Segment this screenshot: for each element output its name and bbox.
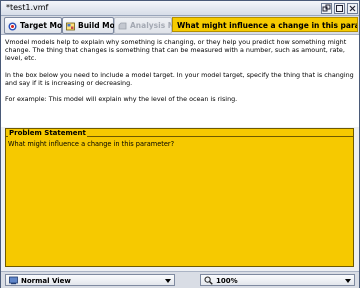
analysis-mode-button[interactable]: Analysis Mode [114, 17, 191, 34]
window-title: *test1.vmf [6, 3, 49, 12]
view-select[interactable]: Normal View [5, 274, 175, 286]
zoom-icon [204, 276, 213, 285]
analysis-icon [118, 21, 127, 30]
target-icon [8, 21, 17, 31]
restore-icon[interactable] [321, 3, 332, 14]
chevron-down-icon [345, 279, 351, 283]
view-select-label: Normal View [21, 277, 71, 285]
build-mode-button[interactable]: Build Mode [62, 17, 125, 34]
instruction-paragraph: Vmodel models help to explain why someth… [5, 38, 347, 63]
zoom-select-label: 100% [216, 277, 238, 285]
chevron-down-icon [165, 279, 171, 283]
instruction-paragraph: In the box below you need to include a m… [5, 70, 354, 87]
editor-window: *test1.vmf Target Mode Build Mode Analys… [0, 0, 360, 288]
problem-statement-text[interactable]: What might influence a change in this pa… [8, 140, 174, 149]
title-bar: *test1.vmf [1, 1, 359, 16]
instruction-paragraph: For example: This model will explain why… [5, 95, 238, 104]
instructions-panel: Vmodel models help to explain why someth… [1, 35, 359, 127]
zoom-select[interactable]: 100% [200, 274, 355, 286]
view-icon [9, 276, 18, 285]
guiding-question-banner: What might influence a change in this pa… [172, 17, 358, 32]
problem-statement-box[interactable]: Problem Statement What might influence a… [5, 128, 354, 267]
status-bar: Normal View 100% [1, 271, 359, 288]
target-mode-button[interactable]: Target Mode [4, 17, 73, 34]
close-icon[interactable] [347, 3, 358, 14]
problem-statement-legend: Problem Statement [8, 129, 87, 138]
build-icon [66, 21, 75, 31]
mode-toolbar: Target Mode Build Mode Analysis Mode Wha… [1, 16, 359, 35]
maximize-icon[interactable] [334, 3, 345, 14]
